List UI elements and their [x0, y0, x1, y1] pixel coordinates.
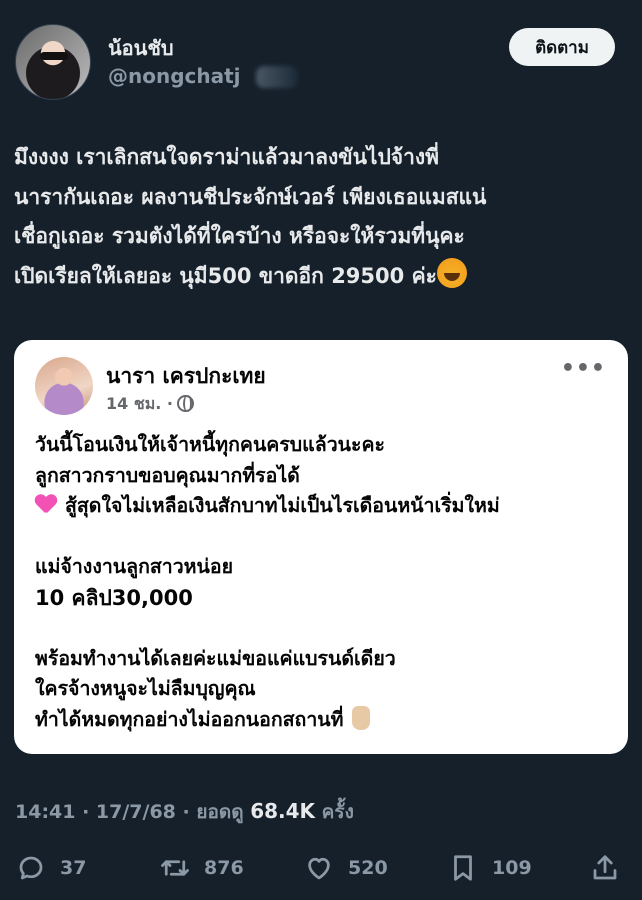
post-line-text: สู้สุดใจไม่เหลือเงินสักบาทไม่เป็นไรเดือน… [65, 494, 500, 517]
reply-count: 37 [60, 857, 87, 879]
tweet-timestamp[interactable]: 14:41 · 17/7/68 · ยอดดู 68.4K ครั้ง [15, 797, 354, 827]
embedded-post-image[interactable]: นารา เครปกะเทย 14 ชม. · ••• วันนี้โอนเงิ… [14, 340, 628, 754]
reply-icon [19, 856, 43, 880]
post-line [35, 613, 615, 644]
tweet-text: มึงงงง เราเลิกสนใจดราม่าแล้วมาลงขันไปจ้า… [14, 138, 629, 296]
bookmark-count: 109 [492, 857, 532, 879]
post-line-heart: สู้สุดใจไม่เหลือเงินสักบาทไม่เป็นไรเดือน… [35, 491, 615, 522]
handle-blur-overlay [256, 66, 298, 88]
repost-button[interactable]: 876 [160, 848, 244, 888]
sparkling-heart-icon [35, 495, 57, 515]
tweet-header: น้อนชับ @nongchatj ติดตาม [0, 0, 642, 110]
post-line: แม่จ้างงานลูกสาวหน่อย [35, 555, 233, 578]
post-line-text: ทำได้หมดทุกอย่างไม่ออกนอกสถานที่ [35, 707, 344, 731]
share-icon [593, 855, 617, 880]
post-time: 14 ชม. · [106, 392, 194, 417]
post-author-avatar [35, 357, 93, 415]
post-line: พร้อมทำงานได้เลยค่ะแม่ขอแค่แบรนด์เดียว [35, 646, 396, 670]
more-options-icon: ••• [560, 356, 606, 381]
repost-count: 876 [204, 857, 244, 879]
post-time-text: 14 ชม. · [106, 394, 173, 413]
post-line-peace: ทำได้หมดทุกอย่างไม่ออกนอกสถานที่ [35, 705, 615, 736]
share-button[interactable] [590, 848, 634, 888]
timestamp-date: 14:41 · 17/7/68 · ยอดดู [15, 801, 251, 823]
reply-button[interactable]: 37 [16, 848, 86, 888]
view-count: 68.4K [250, 799, 316, 823]
post-line: ใครจ้างหนูจะไม่ลืมบุญคุณ [35, 677, 256, 700]
tweet-line: เชื่อกูเถอะ รวมตังได้ที่ใครบ้าง หรือจะให… [14, 224, 465, 248]
tweet-line: มึงงงง เราเลิกสนใจดราม่าแล้วมาลงขันไปจ้า… [14, 145, 440, 169]
view-count-suffix: ครั้ง [315, 801, 354, 823]
tweet-line: เปิดเรียลให้เลยอะ นุมี500 ขาดอีก 29500 ค… [14, 263, 437, 288]
tweet-line: นารากันเถอะ ผลงานชีประจักษ์เวอร์ เพียงเธ… [14, 184, 487, 209]
post-line: วันนี้โอนเงินให้เจ้าหนี้ทุกคนครบแล้วนะคะ [35, 433, 385, 456]
author-avatar[interactable] [15, 24, 91, 100]
globe-icon [176, 395, 194, 412]
post-body: วันนี้โอนเงินให้เจ้าหนี้ทุกคนครบแล้วนะคะ… [35, 430, 615, 735]
author-display-name[interactable]: น้อนชับ [108, 32, 174, 64]
victory-hand-icon [351, 705, 370, 730]
post-line [35, 522, 615, 553]
bookmark-icon [454, 855, 472, 881]
repost-icon [161, 860, 189, 876]
bookmark-button[interactable]: 109 [448, 848, 532, 888]
like-count: 520 [348, 857, 388, 879]
author-handle[interactable]: @nongchatj [108, 64, 241, 88]
like-button[interactable]: 520 [304, 848, 388, 888]
action-bar: 37 876 520 109 [0, 848, 642, 888]
laughing-emoji-icon [436, 257, 467, 288]
heart-icon [308, 857, 330, 880]
follow-button[interactable]: ติดตาม [509, 28, 615, 66]
post-line: ลูกสาวกราบขอบคุณมากที่รอได้ [35, 463, 300, 487]
post-author-name: นารา เครปกะเทย [106, 364, 266, 388]
post-line-price: 10 คลิป30,000 [35, 585, 193, 610]
